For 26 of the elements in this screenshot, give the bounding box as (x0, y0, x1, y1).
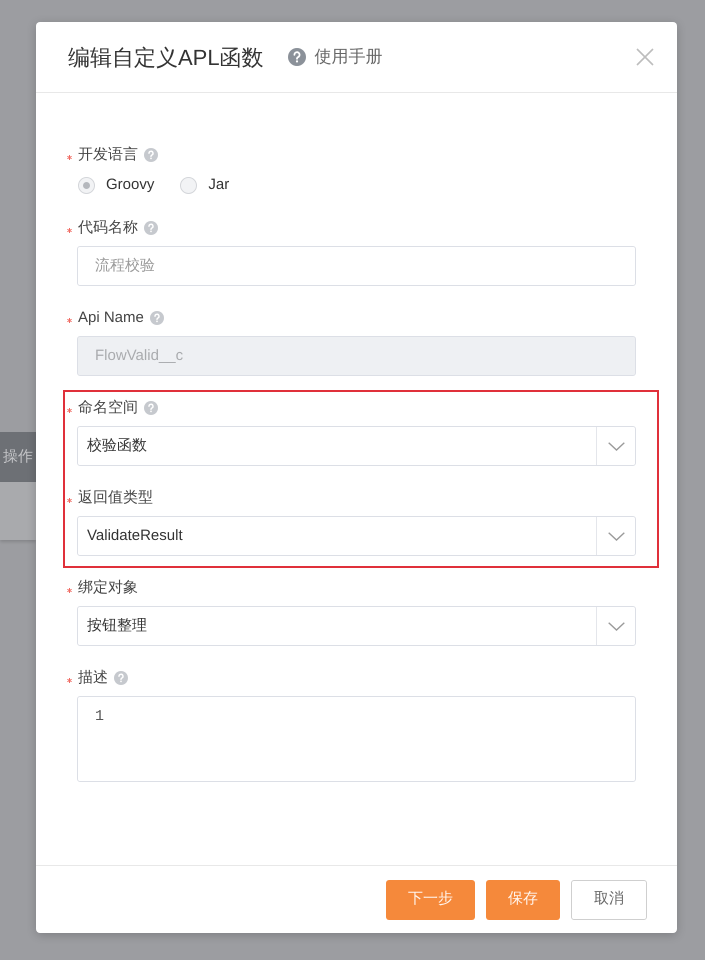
field-label: 代码名称 (78, 218, 138, 238)
field-label: 描述 (78, 668, 108, 688)
chevron-down-icon (608, 532, 624, 540)
column-header: 操作 (0, 432, 36, 482)
dialog-button[interactable]: 取消 (571, 880, 647, 920)
radio-option[interactable]: Jar (179, 174, 230, 197)
field-label: Api Name (78, 308, 144, 328)
select-field[interactable]: 校验函数 (77, 426, 636, 466)
dialog-title: 编辑自定义APL函数 (68, 44, 264, 72)
radio-icon[interactable] (180, 177, 198, 194)
field-label: 开发语言 (78, 144, 138, 165)
field-label: 绑定对象 (78, 578, 138, 598)
select-field[interactable]: 按钮整理 (77, 606, 636, 646)
field-label: 返回值类型 (78, 488, 153, 508)
chevron-down-icon (608, 622, 624, 630)
textarea-field[interactable]: 1 (77, 696, 636, 782)
chevron-down-icon (608, 442, 624, 450)
close-icon[interactable] (636, 48, 654, 66)
manual-link[interactable]: 使用手册 (314, 44, 383, 70)
field-label: 命名空间 (78, 398, 138, 418)
text-field: FlowValid__c (77, 336, 636, 376)
select-field[interactable]: ValidateResult (77, 516, 636, 556)
radio-option[interactable]: Groovy (77, 174, 154, 197)
page-panel (0, 482, 36, 540)
help-icon (288, 48, 306, 66)
radio-icon[interactable] (78, 177, 95, 194)
